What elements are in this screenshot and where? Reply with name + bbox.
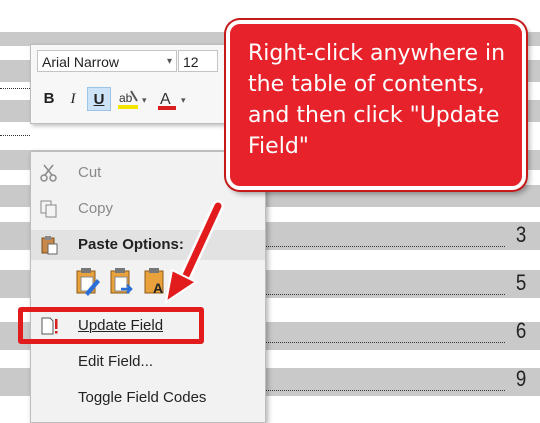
highlighter-icon: ab ▾ — [118, 90, 147, 109]
menu-item-label: Toggle Field Codes — [78, 389, 207, 406]
paste-keep-formatting-icon[interactable] — [75, 267, 101, 297]
menu-item-label: Cut — [78, 164, 102, 181]
copy-icon — [40, 200, 57, 218]
underline-button[interactable]: U — [87, 87, 111, 111]
toc-page-number: 9 — [515, 366, 526, 391]
menu-item-copy[interactable]: Copy — [31, 194, 265, 224]
menu-item-label: Copy — [78, 200, 114, 217]
context-menu: Cut Copy Paste Options: A Update Field E… — [30, 151, 266, 423]
toc-page-number: 6 — [515, 318, 526, 343]
paste-options-row: A — [75, 264, 225, 302]
svg-text:A: A — [160, 91, 171, 108]
italic-button[interactable]: I — [63, 87, 83, 111]
dot-leader — [265, 342, 505, 343]
font-name-box[interactable]: Arial Narrow ▾ — [37, 50, 177, 72]
font-color-icon: A ▾ — [158, 91, 186, 110]
font-color-button[interactable]: A ▾ — [155, 87, 191, 111]
update-field-highlight-box — [18, 307, 204, 344]
font-size-box[interactable]: 12 — [178, 50, 218, 72]
font-size-value: 12 — [183, 54, 199, 70]
callout-text: Right-click anywhere in the table of con… — [248, 41, 506, 159]
highlight-color-button[interactable]: ab ▾ — [115, 87, 151, 111]
toc-page-number: 3 — [515, 222, 526, 247]
menu-item-toggle-field-codes[interactable]: Toggle Field Codes — [31, 383, 265, 413]
dot-leader — [0, 135, 30, 136]
svg-text:A: A — [153, 280, 163, 296]
toc-page-number: 5 — [515, 270, 526, 295]
instruction-callout: Right-click anywhere in the table of con… — [226, 20, 526, 190]
svg-text:▾: ▾ — [181, 95, 186, 105]
menu-item-edit-field[interactable]: Edit Field... — [31, 347, 265, 377]
paste-options-header: Paste Options: — [31, 230, 265, 260]
bold-button[interactable]: B — [39, 87, 59, 111]
scissors-icon — [40, 164, 57, 182]
clipboard-icon — [41, 236, 58, 255]
menu-item-label: Paste Options: — [78, 236, 184, 253]
dot-leader — [265, 246, 505, 247]
paste-text-only-icon[interactable]: A — [143, 267, 169, 297]
dot-leader — [265, 390, 505, 391]
svg-text:▾: ▾ — [142, 95, 147, 105]
dot-leader — [265, 294, 505, 295]
dot-leader — [0, 88, 30, 89]
paste-merge-formatting-icon[interactable] — [109, 267, 135, 297]
font-name-value: Arial Narrow — [42, 54, 120, 70]
mini-toolbar: Arial Narrow ▾ 12 B I U ab ▾ A ▾ — [30, 44, 250, 124]
svg-text:ab: ab — [119, 91, 133, 105]
menu-item-label: Edit Field... — [78, 353, 154, 370]
chevron-down-icon[interactable]: ▾ — [167, 51, 172, 73]
